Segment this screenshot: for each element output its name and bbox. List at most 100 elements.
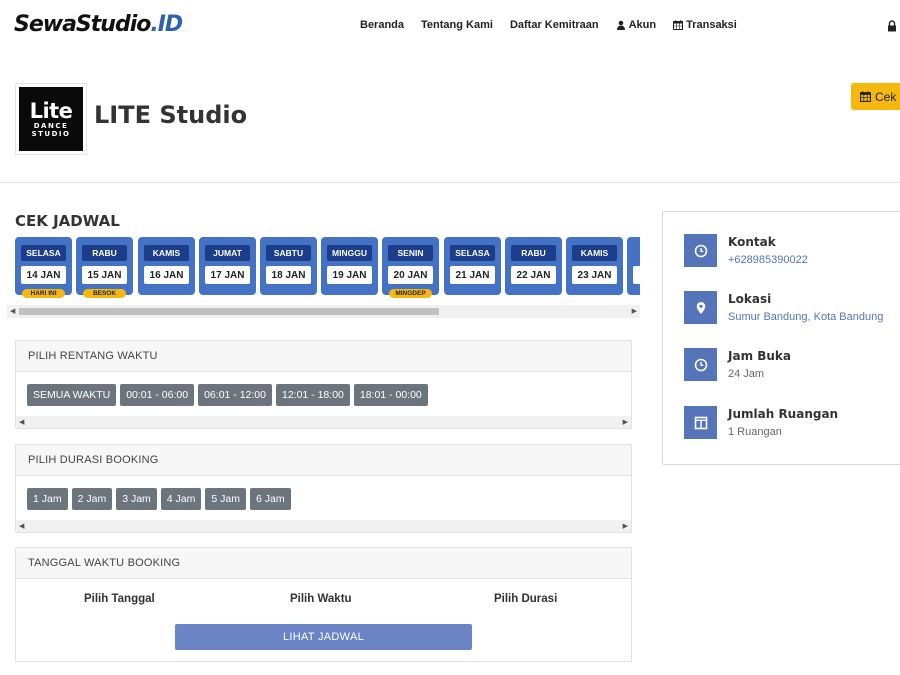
date-carousel: SELASA 14 JAN HARI INI RABU 15 JAN BESOK… — [15, 237, 640, 301]
day-name: SELASA — [450, 245, 495, 261]
time-range-panel: PILIH RENTANG WAKTU SEMUA WAKTU 00:01 - … — [15, 340, 632, 429]
header-divider — [0, 182, 900, 183]
nav-beranda[interactable]: Beranda — [360, 19, 404, 31]
day-card[interactable]: 2 — [627, 237, 640, 295]
nav-tentang-kami[interactable]: Tentang Kami — [421, 19, 493, 31]
day-name: MINGGU — [327, 245, 372, 261]
day-card[interactable]: SELASA 14 JAN HARI INI — [15, 237, 72, 298]
duration-options: 1 Jam 2 Jam 3 Jam 4 Jam 5 Jam 6 Jam — [27, 488, 291, 510]
duration-option[interactable]: 2 Jam — [71, 488, 113, 510]
columns-icon — [694, 416, 707, 429]
duration-option[interactable]: 5 Jam — [205, 488, 246, 510]
studio-name: LITE Studio — [94, 101, 248, 129]
info-label: Lokasi — [728, 292, 772, 306]
info-label: Jam Buka — [728, 349, 792, 363]
map-pin-icon — [696, 301, 705, 314]
cek-button-label: Cek — [875, 89, 897, 104]
info-value: 24 Jam — [728, 368, 765, 380]
scroll-right-arrow[interactable]: ▶ — [632, 308, 637, 315]
day-badge: MINGDEP — [389, 289, 432, 298]
day-card[interactable]: SENIN 20 JAN MINGDEP — [382, 237, 439, 298]
info-icon-box — [684, 348, 717, 381]
nav-akun[interactable]: Akun — [616, 19, 657, 31]
time-range-option[interactable]: 00:01 - 06:00 — [120, 384, 195, 406]
duration-option[interactable]: 6 Jam — [249, 488, 291, 510]
day-badge: BESOK — [83, 289, 126, 298]
day-card[interactable]: SABTU 18 JAN — [260, 237, 317, 295]
brand-logo[interactable]: SewaStudio.ID — [14, 12, 183, 37]
day-name: SENIN — [388, 245, 433, 261]
duration-option[interactable]: 4 Jam — [160, 488, 202, 510]
day-card[interactable]: RABU 22 JAN — [505, 237, 562, 295]
day-date: 18 JAN — [266, 266, 311, 284]
duration-panel: PILIH DURASI BOOKING 1 Jam 2 Jam 3 Jam 4… — [15, 444, 632, 533]
info-value[interactable]: Sumur Bandung, Kota Bandung — [728, 311, 883, 323]
day-badge: HARI INI — [22, 289, 65, 298]
booking-time-label[interactable]: Pilih Waktu — [290, 593, 352, 605]
day-card[interactable]: KAMIS 16 JAN — [138, 237, 195, 295]
cek-button[interactable]: Cek — [851, 83, 900, 110]
brand-suffix: .ID — [150, 12, 183, 37]
scrollbar-thumb[interactable] — [19, 308, 439, 315]
calendar-icon — [673, 20, 684, 30]
day-card[interactable]: JUMAT 17 JAN — [199, 237, 256, 295]
time-range-options: SEMUA WAKTU 00:01 - 06:00 06:01 - 12:00 … — [27, 384, 428, 406]
day-date: 23 JAN — [572, 266, 617, 284]
info-value[interactable]: +628985390022 — [728, 254, 808, 266]
studio-logo: Lite DANCE STUDIO — [15, 83, 87, 155]
day-date: 19 JAN — [327, 266, 372, 284]
nav-label: Akun — [628, 19, 657, 31]
day-date: 22 JAN — [511, 266, 556, 284]
info-icon-box — [684, 291, 717, 324]
logo-text-big: Lite — [29, 99, 73, 123]
studio-info-card: Kontak +628985390022 Lokasi Sumur Bandun… — [662, 211, 900, 465]
day-card[interactable]: KAMIS 23 JAN — [566, 237, 623, 295]
day-name: RABU — [82, 245, 127, 261]
panel-scrollbar[interactable]: ◀ ▶ — [16, 416, 631, 428]
booking-date-label[interactable]: Pilih Tanggal — [84, 593, 155, 605]
info-label: Kontak — [728, 235, 776, 249]
info-icon-box — [684, 406, 717, 439]
day-name: KAMIS — [144, 245, 189, 261]
day-card[interactable]: SELASA 21 JAN — [444, 237, 501, 295]
time-range-option[interactable]: 18:01 - 00:00 — [353, 384, 428, 406]
info-icon-box — [684, 234, 717, 267]
lock-icon[interactable] — [887, 20, 897, 32]
time-range-option[interactable]: 12:01 - 18:00 — [275, 384, 350, 406]
schedule-title: CEK JADWAL — [15, 212, 120, 230]
scroll-left-arrow[interactable]: ◀ — [19, 419, 24, 426]
day-card[interactable]: RABU 15 JAN BESOK — [76, 237, 133, 298]
panel-title: TANGGAL WAKTU BOOKING — [16, 548, 631, 579]
day-card[interactable]: MINGGU 19 JAN — [321, 237, 378, 295]
main-nav: Beranda Tentang Kami Daftar Kemitraan Ak… — [360, 19, 754, 31]
scroll-left-arrow[interactable]: ◀ — [10, 308, 15, 315]
day-name: SABTU — [266, 245, 311, 261]
clock-icon — [694, 358, 707, 371]
info-value: 1 Ruangan — [728, 426, 782, 438]
clock-icon — [694, 244, 707, 257]
scroll-right-arrow[interactable]: ▶ — [623, 523, 628, 530]
time-range-option[interactable]: SEMUA WAKTU — [27, 384, 117, 406]
scroll-left-arrow[interactable]: ◀ — [19, 523, 24, 530]
logo-text-small: DANCE — [33, 122, 69, 130]
scroll-right-arrow[interactable]: ▶ — [623, 419, 628, 426]
panel-scrollbar[interactable]: ◀ ▶ — [16, 520, 631, 532]
calendar-icon — [860, 91, 871, 102]
booking-duration-label[interactable]: Pilih Durasi — [494, 593, 557, 605]
day-name: JUMAT — [205, 245, 250, 261]
duration-option[interactable]: 1 Jam — [27, 488, 68, 510]
duration-option[interactable]: 3 Jam — [116, 488, 157, 510]
info-label: Jumlah Ruangan — [728, 407, 839, 421]
day-date: 15 JAN — [82, 266, 127, 284]
nav-daftar-kemitraan[interactable]: Daftar Kemitraan — [510, 19, 599, 31]
nav-transaksi[interactable]: Transaksi — [673, 19, 737, 31]
day-name: SELASA — [21, 245, 66, 261]
lihat-jadwal-button[interactable]: LIHAT JADWAL — [175, 624, 472, 650]
studio-logo-mark: Lite DANCE STUDIO — [19, 87, 83, 151]
nav-label: Transaksi — [686, 19, 737, 31]
date-carousel-scrollbar[interactable]: ◀ ▶ — [7, 305, 640, 318]
day-date: 16 JAN — [144, 266, 189, 284]
brand-name: SewaStudio — [14, 12, 151, 37]
time-range-option[interactable]: 06:01 - 12:00 — [198, 384, 272, 406]
nav-label: Beranda — [360, 19, 405, 31]
